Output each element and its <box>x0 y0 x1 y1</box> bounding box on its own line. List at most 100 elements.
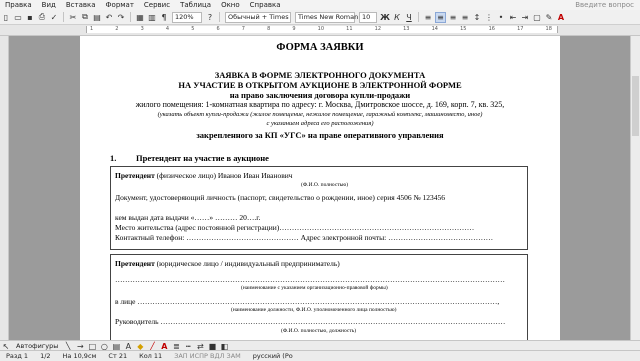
status-position: На 10,9см <box>62 352 97 360</box>
id-document-line: Документ, удостоверяющий личность (паспо… <box>115 193 446 202</box>
menu-window[interactable]: Окно <box>216 1 245 9</box>
formatting-toolbar: ▯ ▭ ▪ ⎙ ✓ ✂ ⧉ ▤ ↶ ↷ ▦ ▥ ¶ 120% ? Обычный… <box>0 10 640 25</box>
toolbar-separator <box>219 12 220 22</box>
help-icon[interactable]: ? <box>205 12 215 22</box>
font-color-icon[interactable]: A <box>556 12 566 22</box>
menu-help[interactable]: Справка <box>245 1 286 9</box>
bold-icon[interactable]: Ж <box>380 12 390 22</box>
legal-type: (юридическое лицо / индивидуальный предп… <box>154 259 340 268</box>
ruler-mark: 7 <box>241 26 245 32</box>
individual-name: (физическое лицо) Иванов Иван Иванович <box>154 171 293 180</box>
ruler-mark: 10 <box>317 26 325 32</box>
document-title: ФОРМА ЗАЯВКИ <box>276 42 364 53</box>
toolbar-separator <box>130 12 131 22</box>
status-page: 1/2 <box>40 352 51 360</box>
object-hint-2: с указанием адреса его расположения) <box>266 120 374 127</box>
legal-name-hint: (наименование с указанием организационно… <box>241 285 388 291</box>
heading-line-2: НА УЧАСТИЕ В ОТКРЫТОМ АУКЦИОНЕ В ЭЛЕКТРО… <box>178 80 462 90</box>
highlight-icon[interactable]: ✎ <box>544 12 554 22</box>
decrease-indent-icon[interactable]: ⇤ <box>508 12 518 22</box>
legal-person-hint: (наименование должности, Ф.И.О. уполномо… <box>231 307 397 313</box>
legal-head-hint: (Ф.И.О. полностью, должность) <box>281 328 357 334</box>
fio-hint: (Ф.И.О. полностью) <box>301 182 349 188</box>
spellcheck-icon[interactable]: ✓ <box>49 12 59 22</box>
scrollbar-thumb[interactable] <box>632 76 639 136</box>
section-title: Претендент на участие в аукционе <box>136 153 269 163</box>
section-number: 1. <box>110 153 117 163</box>
status-bar: Разд 1 1/2 На 10,9см Ст 21 Кол 11 ЗАП ИС… <box>0 350 640 361</box>
status-modes: ЗАП ИСПР ВДЛ ЗАМ <box>174 352 241 360</box>
issued-line: кем выдан дата выдачи «……» ……… 20….г. <box>115 213 261 222</box>
justify-icon[interactable]: ≡ <box>460 12 470 22</box>
font-select[interactable]: Times New Roman <box>295 11 358 23</box>
ruler-mark: 18 <box>545 26 552 32</box>
residence-line: Место жительства (адрес постоянной регис… <box>115 223 475 232</box>
ruler-mark: 12 <box>374 26 382 32</box>
menu-tools[interactable]: Сервис <box>139 1 175 9</box>
menu-edit[interactable]: Правка <box>0 1 37 9</box>
menu-format[interactable]: Формат <box>101 1 139 9</box>
menu-insert[interactable]: Вставка <box>61 1 101 9</box>
ruler-mark: 11 <box>346 26 353 32</box>
menu-table[interactable]: Таблица <box>175 1 216 9</box>
contact-line: Контактный телефон: ……………………………………… Адре… <box>115 233 494 242</box>
individual-applicant-box: Претендент (физическое лицо) Иванов Иван… <box>110 166 528 250</box>
line-spacing-icon[interactable]: ↕ <box>472 12 482 22</box>
numbering-icon[interactable]: ⋮ <box>484 12 494 22</box>
ruler-mark: 15 <box>460 26 467 32</box>
menu-view[interactable]: Вид <box>37 1 61 9</box>
ruler-mark: 1 <box>90 26 94 32</box>
new-document-icon[interactable]: ▯ <box>1 12 11 22</box>
legal-head-line: Руководитель ………………………………………………………………………… <box>115 317 506 326</box>
align-left-icon[interactable]: ≡ <box>423 12 433 22</box>
ruler-mark: 2 <box>115 26 119 32</box>
ruler-mark: 16 <box>488 26 495 32</box>
vertical-scrollbar[interactable] <box>630 36 640 340</box>
heading-line-1: ЗАЯВКА В ФОРМЕ ЭЛЕКТРОННОГО ДОКУМЕНТА <box>214 70 426 80</box>
toolbar-separator <box>418 12 419 22</box>
autoshapes-menu[interactable]: Автофигуры <box>12 342 62 350</box>
style-select[interactable]: Обычный + Times <box>225 11 291 23</box>
paste-icon[interactable]: ▤ <box>92 12 102 22</box>
ruler-mark: 8 <box>267 26 271 32</box>
increase-indent-icon[interactable]: ⇥ <box>520 12 530 22</box>
bullets-icon[interactable]: • <box>496 12 506 22</box>
cut-icon[interactable]: ✂ <box>68 12 78 22</box>
legal-name-line: …………………………………………………………………………………………………………… <box>115 275 505 284</box>
align-right-icon[interactable]: ≡ <box>448 12 458 22</box>
status-section: Разд 1 <box>6 352 29 360</box>
redo-icon[interactable]: ↷ <box>116 12 126 22</box>
print-icon[interactable]: ⎙ <box>37 12 47 22</box>
undo-icon[interactable]: ↶ <box>104 12 114 22</box>
ruler-mark: 13 <box>403 26 410 32</box>
heading-line-3: на право заключения договора купли-прода… <box>229 90 411 100</box>
copy-icon[interactable]: ⧉ <box>80 12 90 22</box>
open-folder-icon[interactable]: ▭ <box>13 12 23 22</box>
table-icon[interactable]: ▦ <box>135 12 145 22</box>
borders-icon[interactable]: ▢ <box>532 12 542 22</box>
align-center-icon[interactable]: ≡ <box>435 11 446 23</box>
status-line: Ст 21 <box>108 352 128 360</box>
zoom-select[interactable]: 120% <box>172 11 202 23</box>
legal-label: Претендент <box>115 259 155 268</box>
individual-label-line: Претендент (физическое лицо) Иванов Иван… <box>115 171 293 180</box>
underline-icon[interactable]: Ч <box>404 12 414 22</box>
menu-bar: Правка Вид Вставка Формат Сервис Таблица… <box>0 0 640 10</box>
vertical-ruler[interactable] <box>0 36 9 340</box>
save-icon[interactable]: ▪ <box>25 12 35 22</box>
horizontal-ruler[interactable]: 1 2 3 4 5 6 7 8 9 10 11 12 13 14 15 16 17 18 <box>0 25 640 36</box>
ruler-mark: 4 <box>165 26 170 32</box>
columns-icon[interactable]: ▥ <box>147 12 157 22</box>
show-formatting-icon[interactable]: ¶ <box>159 12 169 22</box>
help-search-input[interactable]: Введите вопрос <box>575 1 640 9</box>
ruler-marks: 1 2 3 4 5 6 7 8 9 10 11 12 13 14 15 16 17 18 <box>86 26 556 34</box>
legal-label-line: Претендент (юридическое лицо / индивидуа… <box>115 259 340 268</box>
legal-person-line: в лице ………………………………………………………………………………………… <box>115 297 500 306</box>
italic-icon[interactable]: К <box>392 12 402 22</box>
object-line: жилого помещения: 1-комнатная квартира п… <box>135 100 505 109</box>
status-language: русский (Ро <box>252 352 293 360</box>
ruler-mark: 5 <box>191 26 195 32</box>
toolbar-separator <box>63 12 64 22</box>
font-size-select[interactable]: 10 <box>359 11 377 23</box>
document-page[interactable]: ФОРМА ЗАЯВКИ ЗАЯВКА В ФОРМЕ ЭЛЕКТРОННОГО… <box>80 36 560 345</box>
